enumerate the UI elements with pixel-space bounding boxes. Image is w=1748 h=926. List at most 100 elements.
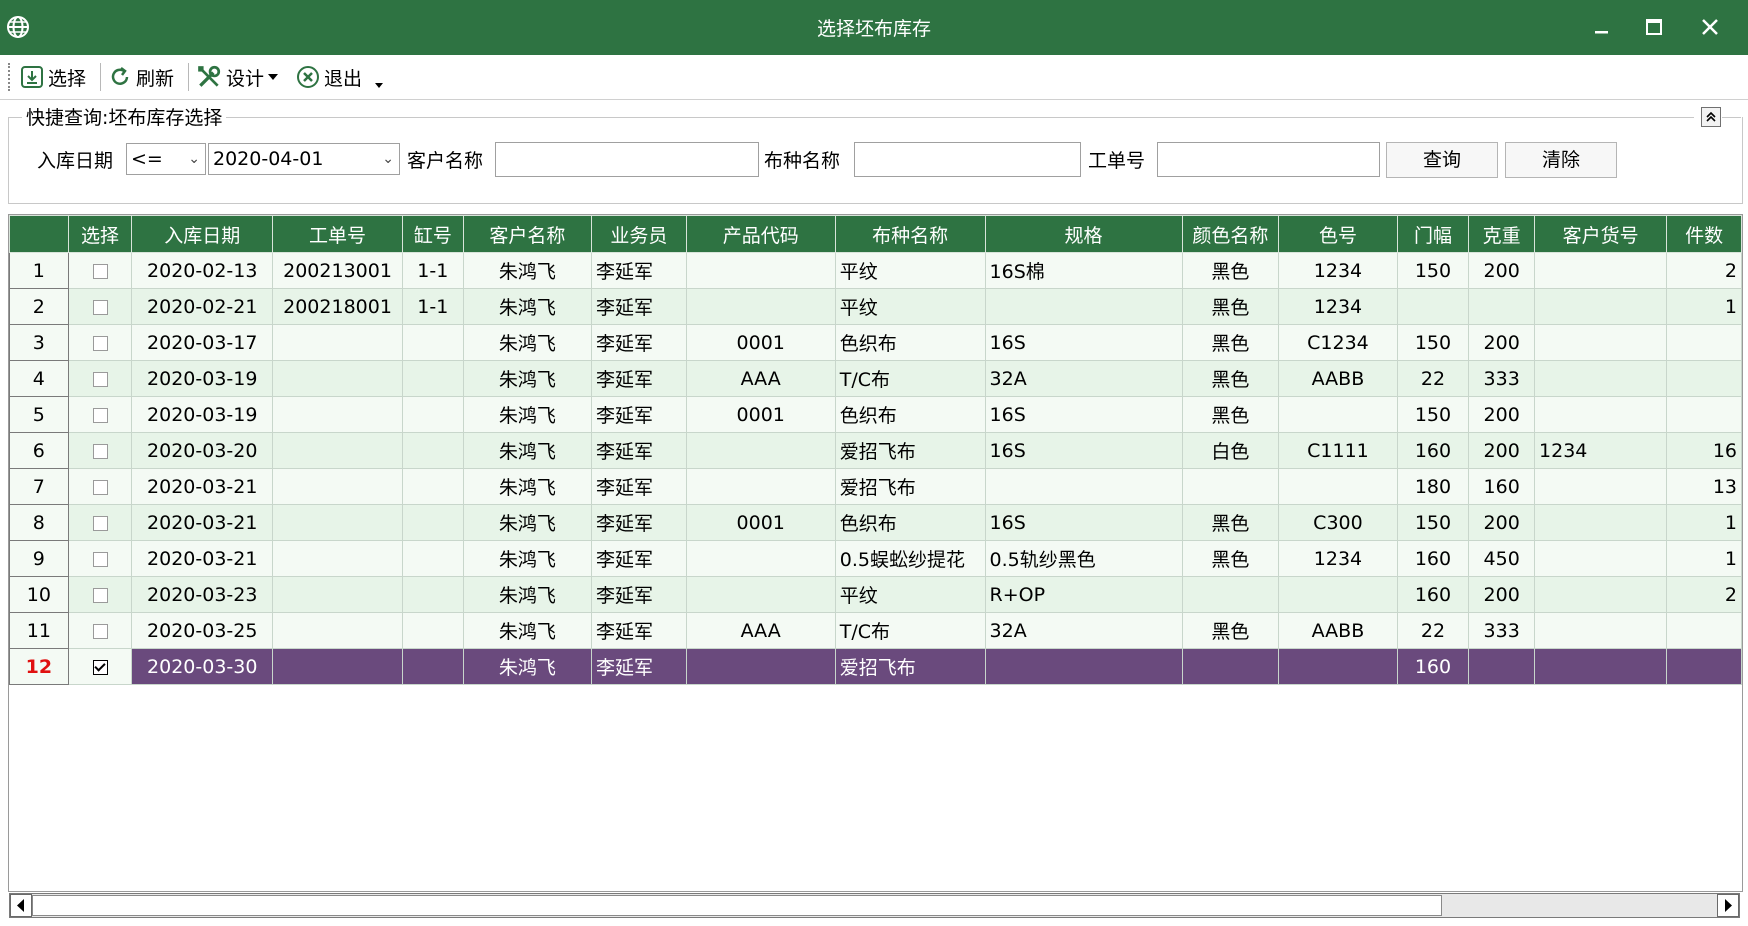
row-checkbox[interactable]: [92, 371, 108, 387]
cell-pieces[interactable]: [1666, 396, 1742, 433]
cell-color-no[interactable]: 1234: [1278, 540, 1398, 577]
cell-inbound-date[interactable]: 2020-03-17: [131, 324, 274, 361]
cell-weight[interactable]: 200: [1468, 504, 1536, 541]
cell-color-no[interactable]: [1278, 648, 1398, 685]
row-checkbox[interactable]: [92, 623, 108, 639]
row-checkbox[interactable]: [92, 443, 108, 459]
cell-fabric-name[interactable]: T/C布: [834, 360, 986, 397]
refresh-button[interactable]: 刷新: [108, 62, 174, 92]
cell-product-code[interactable]: AAA: [685, 612, 836, 649]
cell-vat-no[interactable]: [401, 324, 464, 361]
cell-work-order[interactable]: [272, 468, 403, 505]
cell-spec[interactable]: 32A: [984, 612, 1183, 649]
date-value-select[interactable]: 2020-04-01 ⌄: [208, 143, 400, 175]
column-header-customer[interactable]: 客户名称: [462, 215, 593, 253]
cell-spec[interactable]: 16S: [984, 396, 1183, 433]
table-row[interactable]: 5 2020-03-19 朱鸿飞 李延军 0001 色织布 16S 黑色 150 200: [9, 396, 1742, 433]
table-row[interactable]: 12 2020-03-30 朱鸿飞 李延军 爱招飞布 160: [9, 648, 1742, 685]
cell-customer-item-no[interactable]: [1534, 360, 1668, 397]
table-row[interactable]: 3 2020-03-17 朱鸿飞 李延军 0001 色织布 16S 黑色 C1234 150 200: [9, 324, 1742, 361]
cell-color-no[interactable]: [1278, 396, 1398, 433]
cell-fabric-name[interactable]: 爱招飞布: [834, 468, 986, 505]
cell-customer-item-no[interactable]: [1534, 612, 1668, 649]
column-header-row-header[interactable]: [9, 215, 69, 253]
cell-work-order[interactable]: 200213001: [272, 252, 403, 289]
cell-color-name[interactable]: 黑色: [1181, 360, 1280, 397]
cell-width[interactable]: 150: [1396, 324, 1470, 361]
cell-customer-item-no[interactable]: [1534, 468, 1668, 505]
scrollbar-thumb[interactable]: [32, 895, 1442, 916]
cell-fabric-name[interactable]: 色织布: [834, 324, 986, 361]
select-button[interactable]: 选择: [20, 62, 86, 92]
cell-vat-no[interactable]: [401, 396, 464, 433]
cell-customer[interactable]: 朱鸿飞: [462, 324, 593, 361]
column-header-inbound-date[interactable]: 入库日期: [131, 215, 274, 253]
cell-vat-no[interactable]: [401, 360, 464, 397]
cell-fabric-name[interactable]: 平纹: [834, 252, 986, 289]
cell-salesperson[interactable]: 李延军: [591, 648, 687, 685]
cell-color-no[interactable]: C1234: [1278, 324, 1398, 361]
exit-button[interactable]: 退出: [296, 62, 362, 92]
cell-vat-no[interactable]: [401, 432, 464, 469]
cell-work-order[interactable]: [272, 612, 403, 649]
cell-spec[interactable]: [984, 468, 1183, 505]
cell-work-order[interactable]: [272, 648, 403, 685]
cell-product-code[interactable]: [685, 288, 836, 325]
cell-inbound-date[interactable]: 2020-03-21: [131, 504, 274, 541]
cell-fabric-name[interactable]: 爱招飞布: [834, 648, 986, 685]
column-header-weight[interactable]: 克重: [1468, 215, 1536, 253]
maximize-button[interactable]: [1630, 8, 1678, 46]
table-row[interactable]: 11 2020-03-25 朱鸿飞 李延军 AAA T/C布 32A 黑色 AABB 22 333: [9, 612, 1742, 649]
row-number[interactable]: 2: [9, 288, 69, 325]
cell-product-code[interactable]: [685, 432, 836, 469]
row-checkbox[interactable]: [92, 587, 108, 603]
cell-product-code[interactable]: AAA: [685, 360, 836, 397]
cell-customer-item-no[interactable]: [1534, 396, 1668, 433]
cell-vat-no[interactable]: [401, 468, 464, 505]
cell-customer[interactable]: 朱鸿飞: [462, 540, 593, 577]
cell-width[interactable]: 150: [1396, 504, 1470, 541]
cell-vat-no[interactable]: [401, 504, 464, 541]
cell-customer[interactable]: 朱鸿飞: [462, 504, 593, 541]
table-row[interactable]: 4 2020-03-19 朱鸿飞 李延军 AAA T/C布 32A 黑色 AABB 22 333: [9, 360, 1742, 397]
cell-width[interactable]: [1396, 288, 1470, 325]
cell-inbound-date[interactable]: 2020-02-13: [131, 252, 274, 289]
cell-color-name[interactable]: 黑色: [1181, 504, 1280, 541]
customer-input[interactable]: [495, 142, 759, 177]
column-header-color-name[interactable]: 颜色名称: [1181, 215, 1280, 253]
column-header-pieces[interactable]: 件数: [1666, 215, 1742, 253]
cell-spec[interactable]: 16S: [984, 324, 1183, 361]
cell-salesperson[interactable]: 李延军: [591, 324, 687, 361]
cell-width[interactable]: 160: [1396, 432, 1470, 469]
table-row[interactable]: 9 2020-03-21 朱鸿飞 李延军 0.5蜈蚣纱提花 0.5轨纱黑色 黑色 1234 16…: [9, 540, 1742, 577]
cell-product-code[interactable]: [685, 540, 836, 577]
column-header-color-no[interactable]: 色号: [1278, 215, 1398, 253]
column-header-product-code[interactable]: 产品代码: [685, 215, 836, 253]
row-number[interactable]: 5: [9, 396, 69, 433]
cell-pieces[interactable]: 2: [1666, 252, 1742, 289]
cell-color-name[interactable]: [1181, 648, 1280, 685]
cell-width[interactable]: 160: [1396, 648, 1470, 685]
cell-inbound-date[interactable]: 2020-03-25: [131, 612, 274, 649]
cell-pieces[interactable]: 2: [1666, 576, 1742, 613]
column-header-fabric-name[interactable]: 布种名称: [834, 215, 986, 253]
row-number[interactable]: 11: [9, 612, 69, 649]
cell-customer-item-no[interactable]: 1234: [1534, 432, 1668, 469]
cell-inbound-date[interactable]: 2020-03-23: [131, 576, 274, 613]
cell-salesperson[interactable]: 李延军: [591, 252, 687, 289]
cell-color-no[interactable]: AABB: [1278, 612, 1398, 649]
cell-customer-item-no[interactable]: [1534, 540, 1668, 577]
row-number[interactable]: 7: [9, 468, 69, 505]
row-checkbox[interactable]: [92, 551, 108, 567]
cell-spec[interactable]: 32A: [984, 360, 1183, 397]
cell-weight[interactable]: 200: [1468, 252, 1536, 289]
cell-weight[interactable]: 160: [1468, 468, 1536, 505]
cell-work-order[interactable]: [272, 324, 403, 361]
cell-width[interactable]: 150: [1396, 396, 1470, 433]
cell-salesperson[interactable]: 李延军: [591, 612, 687, 649]
cell-product-code[interactable]: 0001: [685, 396, 836, 433]
row-checkbox[interactable]: [92, 263, 108, 279]
cell-vat-no[interactable]: [401, 540, 464, 577]
cell-weight[interactable]: 200: [1468, 324, 1536, 361]
cell-pieces[interactable]: [1666, 648, 1742, 685]
